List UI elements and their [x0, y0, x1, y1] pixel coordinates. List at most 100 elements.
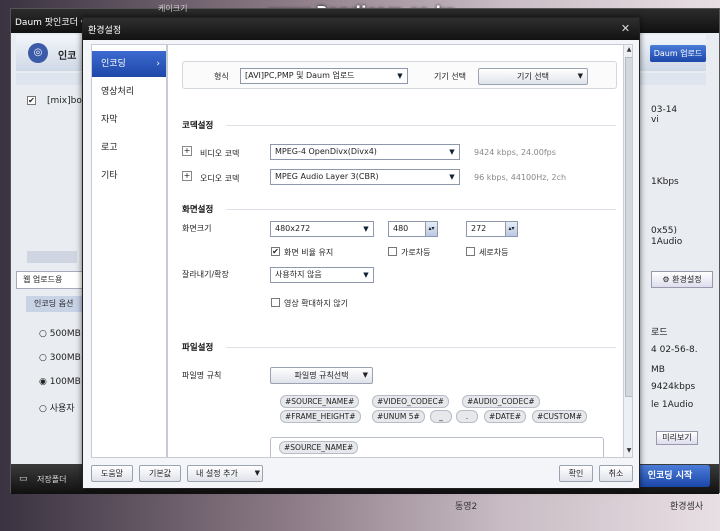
tag-date[interactable]: #DATE#: [484, 410, 527, 423]
content-scrollbar[interactable]: ▲ ▼: [623, 45, 632, 457]
desktop-label-1: 동영2: [455, 502, 478, 512]
scroll-up-icon[interactable]: ▲: [624, 45, 632, 55]
filename-input[interactable]: #SOURCE_NAME#: [270, 437, 604, 457]
audio-codec-label: 오디오 코덱: [200, 174, 240, 183]
tag-custom[interactable]: #CUSTOM#: [532, 410, 588, 423]
chevron-down-icon: ▼: [449, 148, 455, 156]
file-info-size: 0x55): [651, 226, 678, 236]
radio-100mb[interactable]: ◉ 100MB: [39, 377, 81, 387]
spin-arrows-icon[interactable]: ▴▾: [505, 222, 517, 236]
settings-sidebar: 인코딩 › 영상처리 자막 로고 기타: [91, 44, 167, 458]
scroll-down-icon[interactable]: ▼: [624, 446, 632, 456]
format-select[interactable]: [AVI]PC,PMP 및 Daum 업로드 ▼: [240, 68, 408, 84]
right-info-3: 9424kbps: [651, 382, 696, 392]
height-stepper[interactable]: 272 ▴▾: [466, 221, 518, 237]
video-codec-select[interactable]: MPEG-4 OpenDivx(Divx4) ▼: [270, 144, 460, 160]
encode-start-button[interactable]: 인코딩 시작: [630, 465, 710, 487]
right-info-4: le 1Audio: [651, 400, 694, 410]
width-stepper[interactable]: 480 ▴▾: [388, 221, 438, 237]
keep-ratio-label: 화면 비율 유지: [284, 248, 334, 257]
crop-select[interactable]: 사용하지 않음 ▼: [270, 267, 374, 283]
sidebar-item-encoding[interactable]: 인코딩 ›: [92, 51, 166, 77]
tag-video-codec[interactable]: #VIDEO_CODEC#: [372, 395, 449, 408]
tag-audio-codec[interactable]: #AUDIO_CODEC#: [462, 395, 540, 408]
tag-unum[interactable]: #UNUM 5#: [372, 410, 425, 423]
chevron-down-icon: ▼: [363, 271, 369, 279]
list-move-buttons[interactable]: [27, 251, 77, 263]
tag-underscore[interactable]: _: [430, 410, 452, 423]
filename-tag-source-name[interactable]: #SOURCE_NAME#: [279, 441, 359, 454]
chevron-down-icon: ▼: [254, 469, 260, 477]
file-section-title: 파일설정: [182, 343, 214, 353]
cancel-button[interactable]: 취소: [599, 465, 633, 482]
scroll-thumb[interactable]: [625, 57, 632, 397]
add-my-settings-button[interactable]: 내 설정 추가 ▼: [187, 465, 263, 482]
spin-arrows-icon[interactable]: ▴▾: [425, 222, 437, 236]
sidebar-item-logo[interactable]: 로고: [92, 135, 166, 161]
audio-codec-expand-icon[interactable]: +: [182, 171, 192, 181]
sidebar-item-video-processing[interactable]: 영상처리: [92, 79, 166, 105]
env-settings-label: 환경설정: [672, 275, 702, 284]
radio-100mb-label: 100MB: [49, 377, 81, 387]
right-info-1: 4 02-56-8.: [651, 345, 698, 355]
format-value: [AVI]PC,PMP 및 Daum 업로드: [245, 71, 355, 80]
daum-upload-button[interactable]: Daum 업로드: [650, 45, 706, 62]
preview-button[interactable]: 미리보기: [656, 431, 698, 445]
env-settings-button[interactable]: ⚙ 환경설정: [651, 271, 713, 288]
chevron-down-icon: ▼: [577, 72, 583, 80]
tag-source-name[interactable]: #SOURCE_NAME#: [280, 395, 360, 408]
crop-label: 잘라내기/확장: [182, 270, 229, 279]
filename-rule-value: 파일명 규칙선택: [294, 371, 349, 380]
encoder-logo-icon: ◎: [28, 43, 48, 63]
encode-start-label: 인코딩 시작: [647, 471, 693, 481]
vertical-flip-label: 세로차등: [479, 248, 509, 257]
audio-codec-select[interactable]: MPEG Audio Layer 3(CBR) ▼: [270, 169, 460, 185]
screen-size-value: 480x272: [275, 224, 311, 233]
device-label: 기기 선택: [434, 72, 466, 81]
filename-rule-select[interactable]: 파일명 규칙선택 ▼: [270, 367, 373, 384]
radio-300mb[interactable]: ○ 300MB: [39, 353, 81, 363]
no-enlarge-checkbox[interactable]: [271, 298, 280, 307]
video-codec-info: 9424 kbps, 24.00fps: [474, 148, 556, 157]
screen-size-select[interactable]: 480x272 ▼: [270, 221, 374, 237]
vertical-flip-checkbox[interactable]: [466, 247, 475, 256]
save-folder-label[interactable]: 저장폴더: [37, 474, 66, 485]
horizontal-flip-checkbox[interactable]: [388, 247, 397, 256]
filename-rule-label: 파일명 규칙: [182, 371, 222, 380]
tag-dot[interactable]: .: [456, 410, 478, 423]
bg-header-label: 인코: [58, 51, 77, 62]
width-value: 480: [393, 224, 409, 233]
radio-500mb[interactable]: ○ 500MB: [39, 329, 81, 339]
chevron-down-icon: ▼: [397, 72, 403, 80]
ok-button[interactable]: 확인: [559, 465, 593, 482]
dialog-title: 환경설정: [88, 26, 122, 36]
default-button[interactable]: 기본값: [139, 465, 181, 482]
sidebar-item-etc[interactable]: 기타: [92, 163, 166, 189]
audio-codec-info: 96 kbps, 44100Hz, 2ch: [474, 173, 567, 182]
chevron-down-icon: ▼: [362, 371, 368, 379]
file-item-name[interactable]: [mix]bo: [47, 96, 82, 106]
screen-section-title: 화면설정: [182, 205, 214, 215]
desktop-label-2: 환경셈사: [670, 502, 704, 512]
tab-web-upload[interactable]: 웹 업로드용: [16, 271, 86, 289]
settings-content: 형식 [AVI]PC,PMP 및 Daum 업로드 ▼ 기기 선택 기기 선택 ▼ …: [167, 44, 633, 458]
tag-frame-height[interactable]: #FRAME_HEIGHT#: [280, 410, 361, 423]
bg-app-title[interactable]: Daum 팟인코더 ▾: [15, 15, 85, 28]
crop-value: 사용하지 않음: [275, 270, 322, 279]
video-codec-expand-icon[interactable]: +: [182, 146, 192, 156]
help-button[interactable]: 도움말: [91, 465, 133, 482]
add-my-settings-label: 내 설정 추가: [196, 469, 238, 478]
radio-custom[interactable]: ○ 사용자: [39, 401, 75, 414]
folder-icon: ▭: [19, 474, 28, 484]
device-select[interactable]: 기기 선택 ▼: [478, 68, 588, 85]
dialog-title-bar: 환경설정 ✕: [83, 18, 639, 40]
chevron-down-icon: ▼: [449, 173, 455, 181]
close-icon[interactable]: ✕: [618, 21, 633, 36]
file-checkbox[interactable]: ✔: [27, 96, 36, 105]
horizontal-flip-label: 가로차등: [401, 248, 431, 257]
divider: [226, 347, 616, 348]
sidebar-item-label: 인코딩: [101, 59, 126, 69]
keep-ratio-checkbox[interactable]: ✔: [271, 247, 280, 256]
file-info-audio: 1Audio: [651, 237, 683, 247]
sidebar-item-subtitles[interactable]: 자막: [92, 107, 166, 133]
